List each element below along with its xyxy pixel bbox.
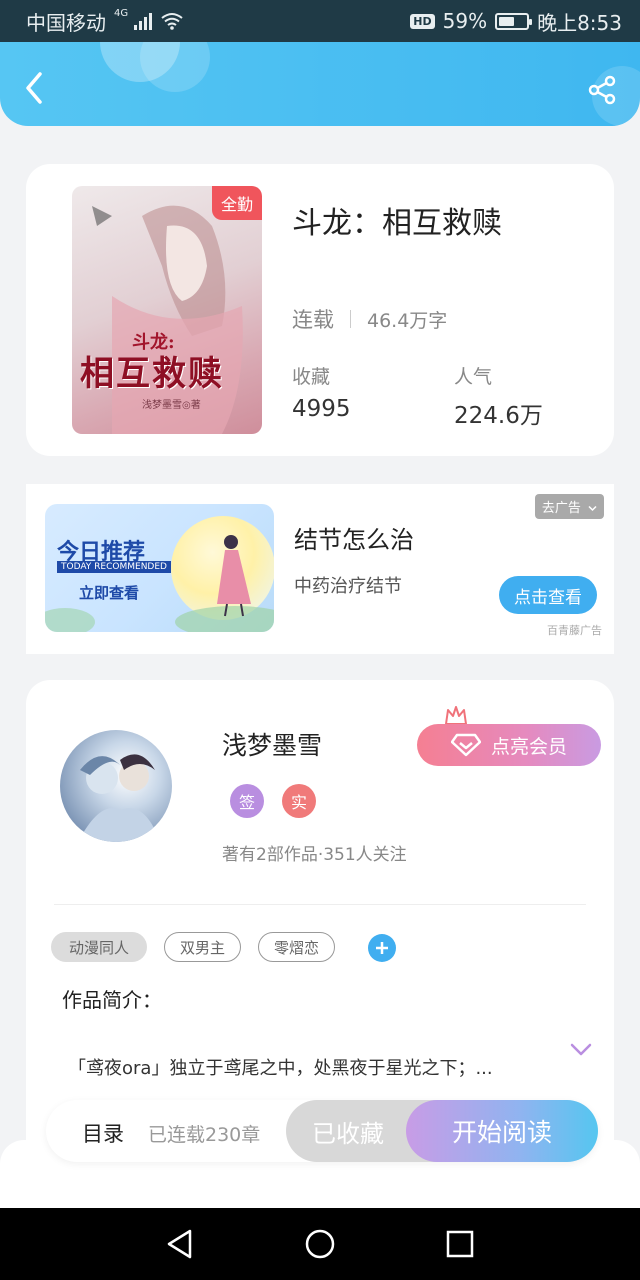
author-name: 浅梦墨雪	[222, 731, 323, 760]
popularity-value: 224.6万	[454, 403, 543, 429]
battery-level	[499, 16, 515, 26]
toc-button[interactable]: 目录	[82, 1118, 124, 1148]
tag-item[interactable]: 动漫同人	[51, 932, 147, 962]
chapter-count: 已连载230章	[148, 1124, 261, 1146]
tag-item[interactable]: 双男主	[164, 932, 241, 962]
avatar[interactable]	[60, 730, 172, 842]
hd-icon: HD	[410, 13, 435, 29]
vip-label: 点亮会员	[490, 735, 567, 758]
collect-value: 4995	[292, 396, 351, 422]
book-cover[interactable]: 全勤 斗龙: 相互救赎 浅梦墨雪◎著	[72, 186, 262, 434]
carrier-label: 中国移动	[26, 10, 106, 35]
share-icon	[588, 75, 616, 105]
crown-icon	[445, 706, 467, 725]
book-detail-screen: 中国移动 4G HD 59% 晚上8:53 全勤 斗龙: 相互救赎 浅梦墨雪◎著…	[0, 0, 640, 1280]
synopsis-text: 「鸢夜ora」独立于鸢尾之中，处黑夜于星光之下；...	[68, 1058, 493, 1079]
book-info-card: 全勤 斗龙: 相互救赎 浅梦墨雪◎著 斗龙：相互救赎 连载 46.4万字 收藏 …	[26, 164, 614, 456]
tag-item[interactable]: 零熠恋	[258, 932, 335, 962]
remove-ad-label: 去广告	[541, 501, 581, 516]
ad-banner-sub: TODAY RECOMMENDED	[57, 561, 171, 573]
cover-author: 浅梦墨雪◎著	[142, 400, 201, 411]
divider	[54, 904, 586, 905]
status-right: HD 59% 晚上8:53	[410, 7, 622, 36]
avatar-illustration	[78, 754, 160, 842]
ad-title: 结节怎么治	[294, 526, 414, 554]
ad-card[interactable]: 今日推荐 TODAY RECOMMENDED 立即查看 结节怎么治 中药治疗结节…	[26, 484, 614, 654]
remove-ad-button[interactable]: 去广告	[534, 494, 604, 519]
back-button[interactable]	[18, 72, 50, 104]
verified-badge: 实	[282, 784, 316, 818]
network-type: 4G	[114, 7, 129, 19]
nav-home-button[interactable]	[300, 1224, 340, 1264]
ad-banner-image[interactable]: 今日推荐 TODAY RECOMMENDED 立即查看	[45, 504, 274, 632]
cover-badge: 全勤	[211, 186, 262, 220]
action-bar: 目录 已连载230章 已收藏 开始阅读	[46, 1100, 598, 1162]
popularity-label: 人气	[454, 366, 493, 388]
status-divider	[350, 310, 351, 328]
collected-label: 已收藏	[312, 1119, 384, 1148]
status-left: 中国移动 4G	[26, 7, 184, 36]
decorative-bubble	[140, 42, 210, 92]
vip-button[interactable]: 点亮会员	[417, 724, 601, 766]
chevron-down-icon	[588, 505, 597, 512]
signed-badge: 签	[230, 784, 264, 818]
triangle-back-icon	[167, 1229, 192, 1259]
battery-percent: 59%	[442, 9, 488, 33]
share-button[interactable]	[586, 74, 618, 106]
chevron-left-icon	[26, 72, 42, 104]
clock: 晚上8:53	[537, 10, 622, 35]
ad-banner-cta: 立即查看	[79, 584, 140, 602]
chevron-down-icon	[570, 1043, 592, 1056]
word-count: 46.4万字	[367, 309, 448, 332]
nav-recents-button[interactable]	[440, 1224, 480, 1264]
book-status-row: 连载 46.4万字	[292, 304, 447, 334]
cover-title: 相互救赎	[80, 354, 224, 394]
circle-home-icon	[305, 1229, 335, 1259]
square-recents-icon	[446, 1230, 474, 1258]
start-reading-button[interactable]: 开始阅读	[406, 1100, 598, 1162]
book-status: 连载	[292, 308, 334, 332]
collect-label: 收藏	[292, 366, 331, 388]
wifi-icon	[161, 13, 183, 30]
ad-view-button[interactable]: 点击查看	[499, 576, 597, 614]
add-tag-button[interactable]	[368, 934, 396, 962]
status-bar: 中国移动 4G HD 59% 晚上8:53	[0, 0, 640, 42]
expand-button[interactable]	[570, 1042, 592, 1061]
battery-icon	[495, 12, 533, 30]
synopsis-label: 作品简介：	[62, 988, 162, 1012]
header	[0, 42, 640, 126]
plus-icon	[376, 942, 388, 954]
ad-description: 中药治疗结节	[294, 576, 402, 597]
book-title: 斗龙：相互救赎	[292, 206, 502, 241]
diamond-icon	[450, 733, 481, 757]
system-nav-bar	[0, 1208, 640, 1280]
nav-back-button[interactable]	[160, 1224, 200, 1264]
author-meta: 著有2部作品·351人关注	[222, 845, 407, 865]
ad-source: 百青藤广告	[547, 624, 602, 637]
signal-icon	[134, 12, 153, 30]
